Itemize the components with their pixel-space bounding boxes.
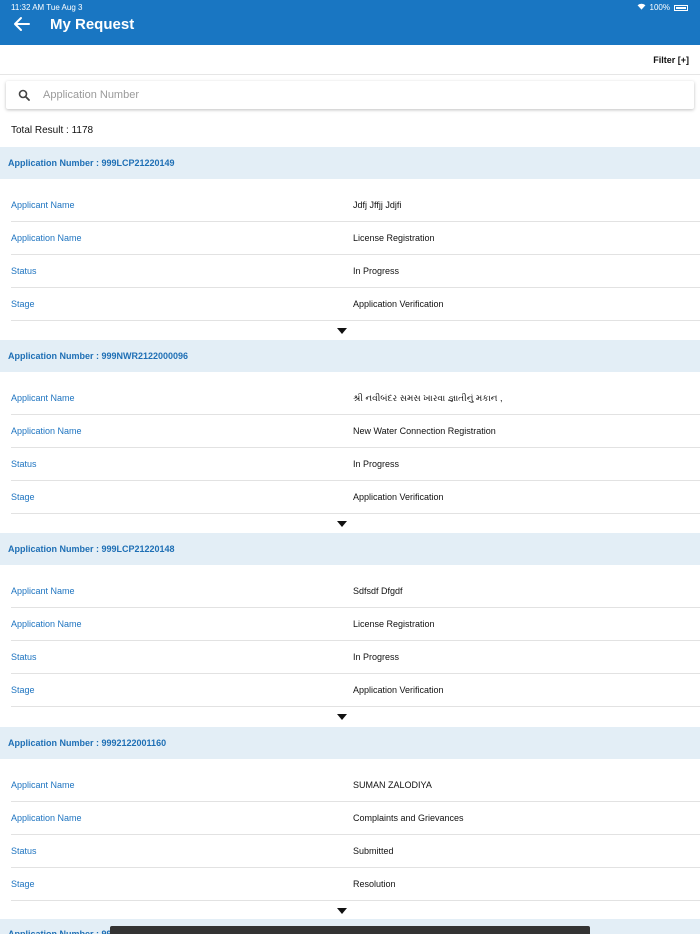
row-value: Application Verification (353, 492, 444, 502)
search-icon (18, 89, 30, 101)
application-card: Application Number : 999NWR2122000096 Ap… (0, 340, 700, 536)
row-label: Applicant Name (11, 780, 75, 790)
stage-row: Stage Application Verification (11, 288, 700, 321)
row-label: Stage (11, 299, 35, 309)
row-label: Applicant Name (11, 200, 75, 210)
wifi-icon (637, 3, 646, 12)
back-button[interactable] (12, 15, 32, 33)
row-label: Status (11, 652, 37, 662)
page-title: My Request (50, 16, 135, 33)
row-label: Application Name (11, 426, 82, 436)
row-label: Applicant Name (11, 586, 75, 596)
row-value: License Registration (353, 233, 435, 243)
application-name-row: Application Name Complaints and Grievanc… (11, 802, 700, 835)
row-label: Application Name (11, 619, 82, 629)
row-value: Resolution (353, 879, 396, 889)
search-box (6, 81, 694, 109)
home-indicator (110, 926, 590, 934)
caret-down-icon (337, 521, 347, 527)
application-name-row: Application Name License Registration (11, 608, 700, 641)
status-row: Status In Progress (11, 448, 700, 481)
row-value: Sdfsdf Dfgdf (353, 586, 403, 596)
row-label: Application Name (11, 813, 82, 823)
row-value: In Progress (353, 459, 400, 469)
application-name-row: Application Name License Registration (11, 222, 700, 255)
row-value: In Progress (353, 266, 400, 276)
row-value: શ્રી નવીબંદર સમસ ખારવા જ્ઞાતીનું મકાન , (353, 393, 503, 403)
row-value: Application Verification (353, 299, 444, 309)
row-label: Stage (11, 492, 35, 502)
row-label: Status (11, 266, 37, 276)
applicant-name-row: Applicant Name શ્રી નવીબંદર સમસ ખારવા જ્… (11, 382, 700, 415)
search-input[interactable] (43, 85, 683, 105)
row-value: New Water Connection Registration (353, 426, 496, 436)
stage-row: Stage Application Verification (11, 674, 700, 707)
row-value: Application Verification (353, 685, 444, 695)
status-row: Status In Progress (11, 641, 700, 674)
row-value: In Progress (353, 652, 400, 662)
stage-row: Stage Resolution (11, 868, 700, 901)
battery-percent: 100% (649, 3, 670, 12)
status-bar: 11:32 AM Tue Aug 3 100% (0, 0, 700, 14)
filter-button[interactable]: Filter [+] (653, 55, 689, 65)
battery-icon (674, 4, 688, 11)
application-card: Application Number : 999LCP21220148 Appl… (0, 533, 700, 729)
application-card: Application Number : 9992122001160 Appli… (0, 727, 700, 923)
row-label: Stage (11, 879, 35, 889)
row-value: Submitted (353, 846, 394, 856)
status-row: Status In Progress (11, 255, 700, 288)
filter-bar: Filter [+] (0, 45, 700, 75)
application-name-row: Application Name New Water Connection Re… (11, 415, 700, 448)
stage-row: Stage Application Verification (11, 481, 700, 514)
application-number-header: Application Number : 999LCP21220148 (0, 533, 700, 565)
arrow-left-icon (14, 17, 30, 31)
row-label: Stage (11, 685, 35, 695)
status-row: Status Submitted (11, 835, 700, 868)
app-header: 11:32 AM Tue Aug 3 100% My Request (0, 0, 700, 45)
application-number-header: Application Number : 9992122001160 (0, 727, 700, 759)
status-indicators: 100% (637, 3, 688, 12)
caret-down-icon (337, 714, 347, 720)
row-label: Status (11, 846, 37, 856)
row-value: SUMAN ZALODIYA (353, 780, 432, 790)
row-value: License Registration (353, 619, 435, 629)
application-card: Application Number : 999LCP21220149 Appl… (0, 147, 700, 343)
row-label: Status (11, 459, 37, 469)
status-time: 11:32 AM Tue Aug 3 (11, 3, 83, 12)
applicant-name-row: Applicant Name SUMAN ZALODIYA (11, 769, 700, 802)
row-label: Applicant Name (11, 393, 75, 403)
row-value: Complaints and Grievances (353, 813, 464, 823)
applicant-name-row: Applicant Name Sdfsdf Dfgdf (11, 575, 700, 608)
caret-down-icon (337, 908, 347, 914)
row-value: Jdfj Jffjj Jdjfi (353, 200, 402, 210)
applicant-name-row: Applicant Name Jdfj Jffjj Jdjfi (11, 189, 700, 222)
application-number-header: Application Number : 999LCP21220149 (0, 147, 700, 179)
total-result: Total Result : 1178 (11, 125, 94, 136)
application-number-header: Application Number : 999NWR2122000096 (0, 340, 700, 372)
caret-down-icon (337, 328, 347, 334)
expand-button[interactable] (0, 707, 700, 729)
row-label: Application Name (11, 233, 82, 243)
